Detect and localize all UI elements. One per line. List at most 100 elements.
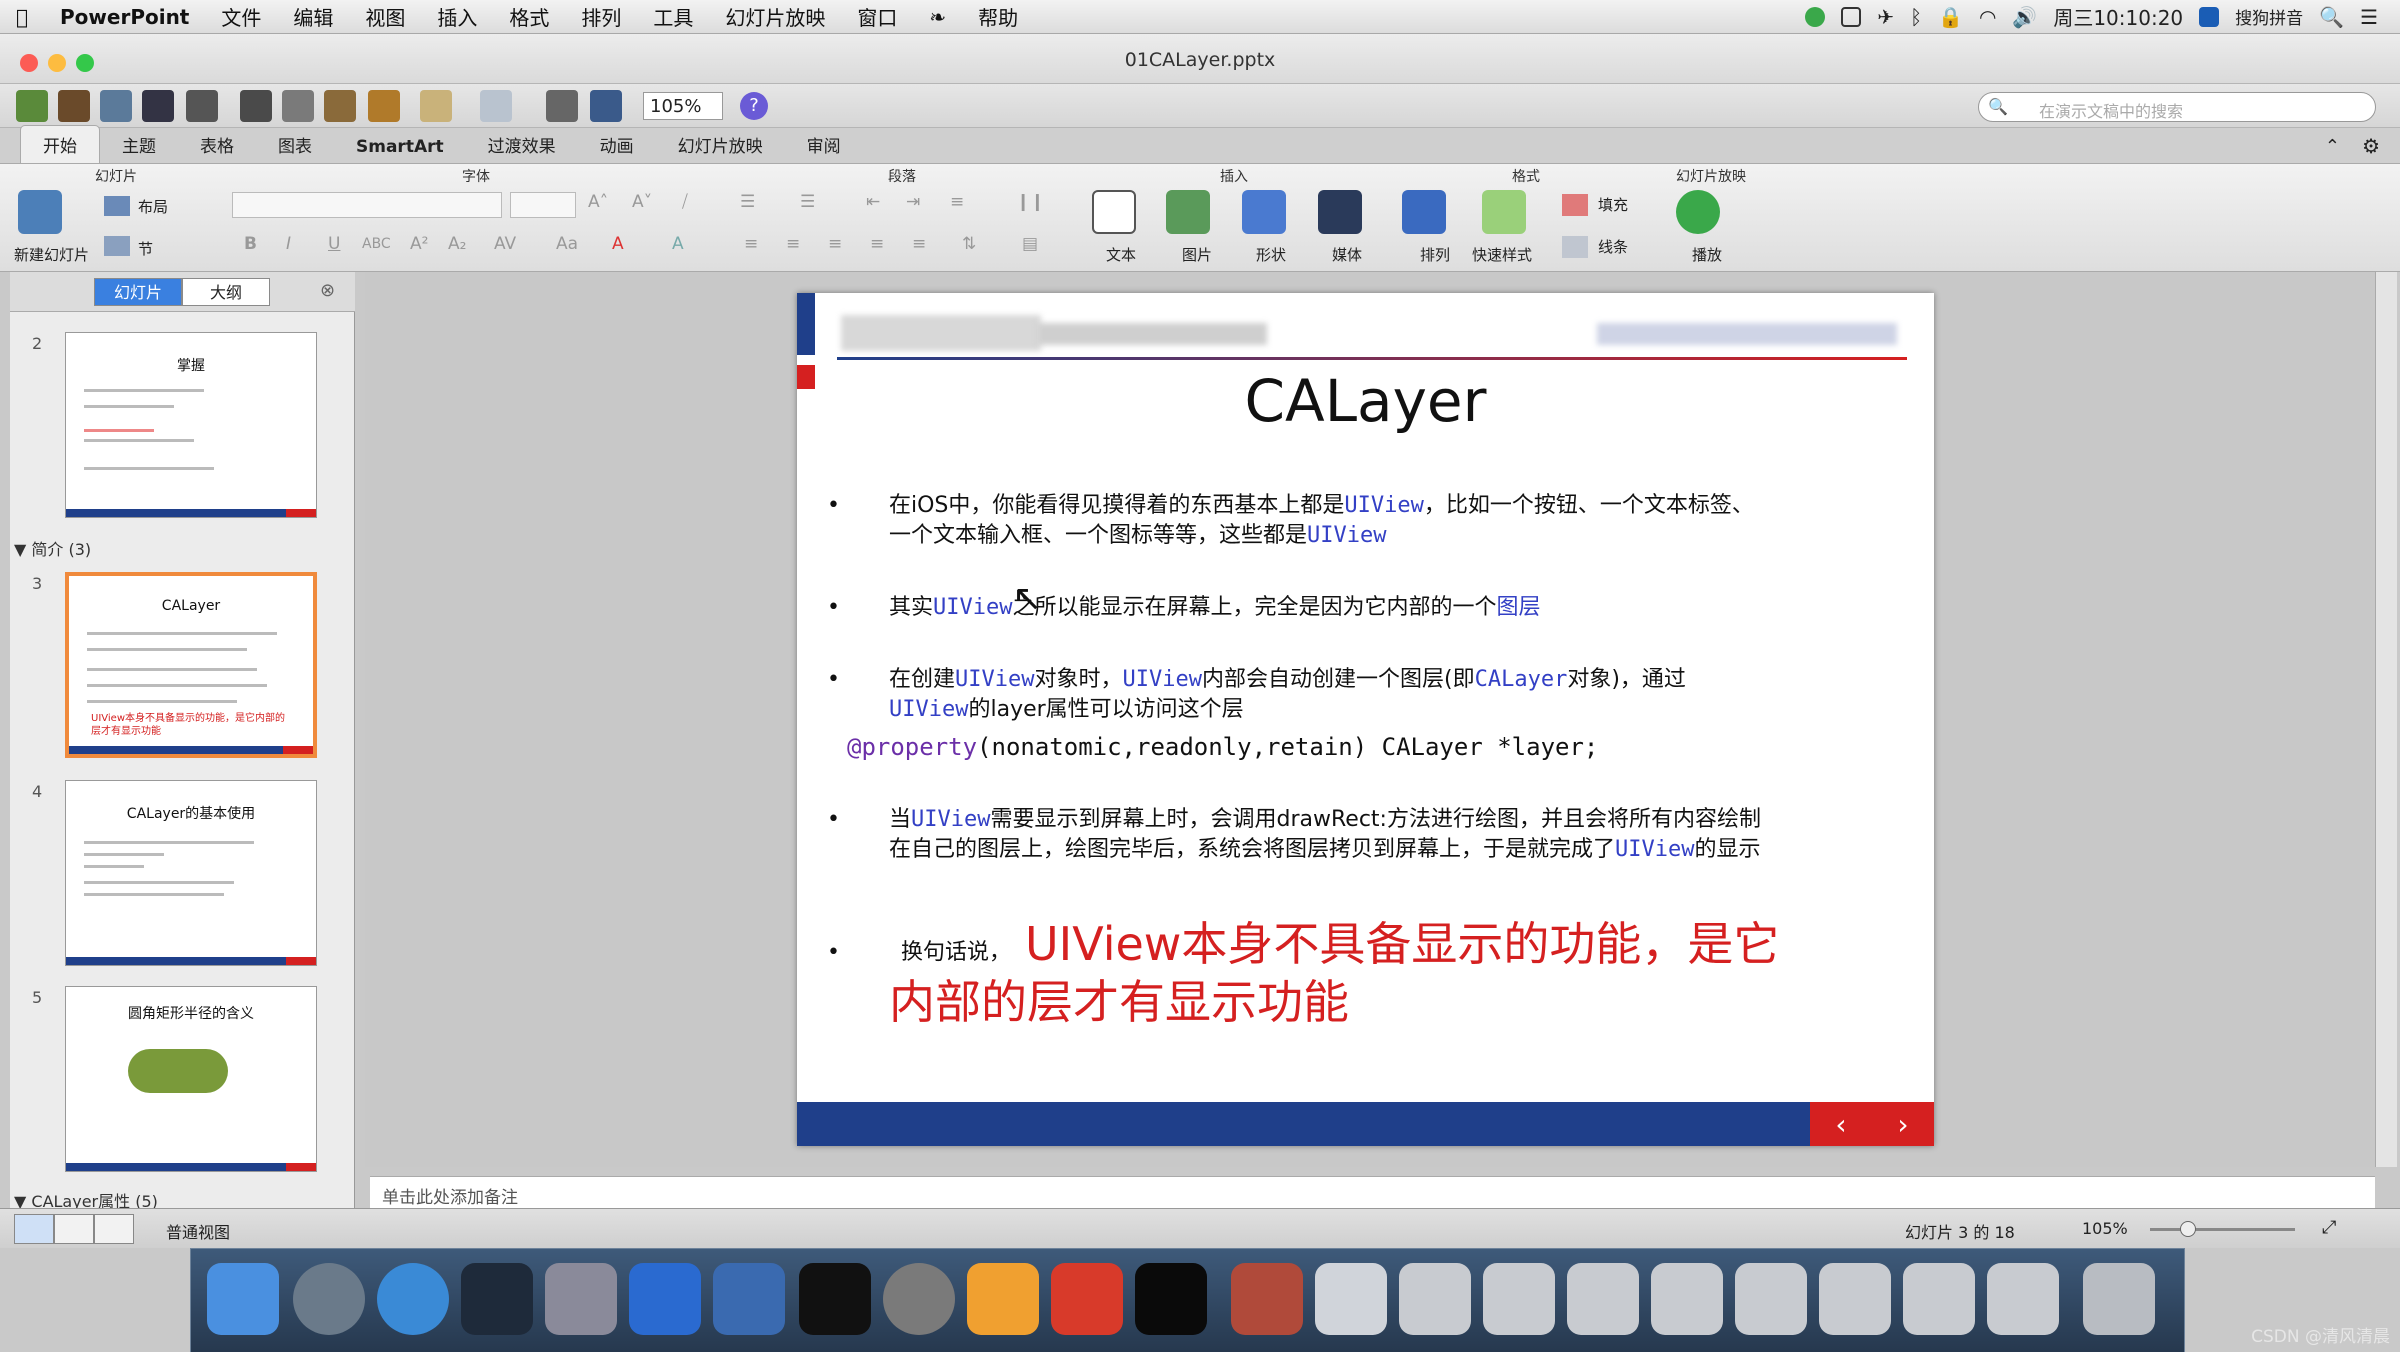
superscript-icon[interactable]: A²	[410, 234, 428, 254]
copy-icon[interactable]	[282, 90, 314, 122]
preview-icon[interactable]	[1315, 1263, 1387, 1335]
tab-slideshow[interactable]: 幻灯片放映	[656, 126, 785, 163]
minimized-window-6[interactable]	[1819, 1263, 1891, 1335]
menu-help[interactable]: 帮助	[962, 2, 1034, 31]
slide-thumb-2[interactable]: 掌握	[65, 332, 317, 518]
numbering-icon[interactable]: ☰	[800, 192, 815, 212]
spotlight-icon[interactable]: 🔍	[2319, 5, 2344, 29]
align-text-icon[interactable]: ▤	[1022, 234, 1038, 254]
app-menu[interactable]: PowerPoint	[44, 5, 205, 29]
normal-view-icon[interactable]	[14, 1214, 54, 1244]
tab-transitions[interactable]: 过渡效果	[466, 126, 578, 163]
new-slide-button[interactable]: 新建幻灯片	[14, 244, 89, 265]
align-left-icon[interactable]: ≡	[744, 234, 758, 254]
new-doc-icon[interactable]	[16, 90, 48, 122]
redo-icon[interactable]	[480, 90, 512, 122]
shapes-icon[interactable]	[1242, 190, 1286, 234]
minimized-window-2[interactable]	[1483, 1263, 1555, 1335]
menu-window[interactable]: 窗口	[841, 2, 913, 31]
columns-icon[interactable]: ❙❙	[1016, 192, 1045, 212]
menu-slideshow[interactable]: 幻灯片放映	[709, 2, 841, 31]
font-name-field[interactable]	[232, 192, 502, 218]
font-color-icon[interactable]: A	[612, 234, 624, 254]
italic-icon[interactable]: I	[286, 234, 291, 254]
tab-smartart[interactable]: SmartArt	[334, 131, 466, 163]
shrink-font-icon[interactable]: A˅	[632, 192, 652, 212]
presenter-view-icon[interactable]	[94, 1214, 134, 1244]
fill-icon[interactable]	[1562, 194, 1588, 216]
new-slide-icon[interactable]	[18, 190, 62, 234]
justify-icon[interactable]: ≡	[870, 234, 884, 254]
search-input[interactable]: 在演示文稿中的搜索	[1978, 92, 2376, 122]
next-arrow-icon[interactable]: ›	[1897, 1108, 1908, 1141]
close-pane-icon[interactable]: ⊗	[320, 280, 335, 301]
airplane-icon[interactable]: ✈	[1877, 5, 1894, 29]
ime-label[interactable]: 搜狗拼音	[2235, 4, 2303, 29]
instruments-icon[interactable]	[713, 1263, 785, 1335]
insert-text-button[interactable]: 文本	[1106, 244, 1136, 265]
slide-thumb-5[interactable]: 圆角矩形半径的含义	[65, 986, 317, 1172]
line-spacing-icon[interactable]: ≡	[950, 192, 964, 212]
quick-styles-icon[interactable]	[1482, 190, 1526, 234]
text-box-icon[interactable]	[1092, 190, 1136, 234]
tab-home[interactable]: 开始	[20, 125, 100, 163]
subscript-icon[interactable]: A₂	[448, 234, 466, 254]
cut-icon[interactable]	[240, 90, 272, 122]
notes-field[interactable]: 单击此处添加备注	[370, 1176, 2375, 1208]
picture-icon[interactable]	[1166, 190, 1210, 234]
distributed-icon[interactable]: ≡	[912, 234, 926, 254]
bluetooth-icon[interactable]: ᛒ	[1910, 5, 1922, 29]
menu-format[interactable]: 格式	[493, 2, 565, 31]
section-intro[interactable]: ▼ 简介 (3)	[14, 536, 91, 560]
gallery-view-icon[interactable]	[590, 90, 622, 122]
wifi-icon[interactable]: ◠	[1979, 5, 1996, 29]
search-icon[interactable]: 🔍	[1988, 97, 2008, 116]
arrange-button[interactable]: 排列	[1420, 244, 1450, 265]
bullets-icon[interactable]: ☰	[740, 192, 755, 212]
text-effect-icon[interactable]: A	[672, 234, 684, 254]
media-icon[interactable]	[1318, 190, 1362, 234]
fill-button[interactable]: 填充	[1598, 194, 1628, 215]
finder-icon[interactable]	[207, 1263, 279, 1335]
grow-font-icon[interactable]: A˄	[588, 192, 608, 212]
minimized-window-1[interactable]	[1399, 1263, 1471, 1335]
vertical-scrollbar[interactable]	[2375, 272, 2397, 1167]
underline-icon[interactable]: U	[328, 234, 340, 254]
section-icon[interactable]	[104, 236, 130, 256]
align-right-icon[interactable]: ≡	[828, 234, 842, 254]
tab-slides[interactable]: 幻灯片	[94, 278, 182, 306]
char-spacing-icon[interactable]: AV	[494, 234, 516, 254]
print-icon[interactable]	[186, 90, 218, 122]
script-icon[interactable]: ❧	[913, 5, 962, 29]
line-icon[interactable]	[1562, 236, 1588, 258]
zoom-slider-thumb[interactable]	[2180, 1221, 2196, 1237]
layout-icon[interactable]	[104, 196, 130, 216]
minimized-window-4[interactable]	[1651, 1263, 1723, 1335]
section-button[interactable]: 节	[138, 238, 153, 259]
clear-format-icon[interactable]: ⧸	[682, 192, 688, 212]
insert-shapes-button[interactable]: 形状	[1256, 244, 1286, 265]
menu-edit[interactable]: 编辑	[277, 2, 349, 31]
play-icon[interactable]	[1676, 190, 1720, 234]
exec-icon[interactable]	[1135, 1263, 1207, 1335]
clock-text[interactable]: 周三10:10:20	[2053, 2, 2183, 31]
screen-record-icon[interactable]	[1841, 6, 1862, 27]
minimized-window-3[interactable]	[1567, 1263, 1639, 1335]
sidebar-toggle-icon[interactable]	[546, 90, 578, 122]
powerpoint-icon[interactable]	[1051, 1263, 1123, 1335]
minimized-window-5[interactable]	[1735, 1263, 1807, 1335]
play-button[interactable]: 播放	[1692, 244, 1722, 265]
arrange-icon[interactable]	[1402, 190, 1446, 234]
layout-button[interactable]: 布局	[138, 196, 168, 217]
sorter-view-icon[interactable]	[54, 1214, 94, 1244]
launchpad-icon[interactable]	[293, 1263, 365, 1335]
notification-icon[interactable]: ☰	[2360, 5, 2378, 29]
gear-icon[interactable]: ⚙	[2362, 134, 2380, 158]
trash-icon[interactable]	[2083, 1263, 2155, 1335]
tab-outline[interactable]: 大纲	[182, 278, 270, 306]
mouse-app-icon[interactable]	[461, 1263, 533, 1335]
slide-thumb-3[interactable]: CALayer UIView本身不具备显示的功能，是它内部的层才有显示功能	[65, 572, 317, 758]
minimized-window-8[interactable]	[1987, 1263, 2059, 1335]
tab-charts[interactable]: 图表	[256, 126, 334, 163]
menu-insert[interactable]: 插入	[421, 2, 493, 31]
